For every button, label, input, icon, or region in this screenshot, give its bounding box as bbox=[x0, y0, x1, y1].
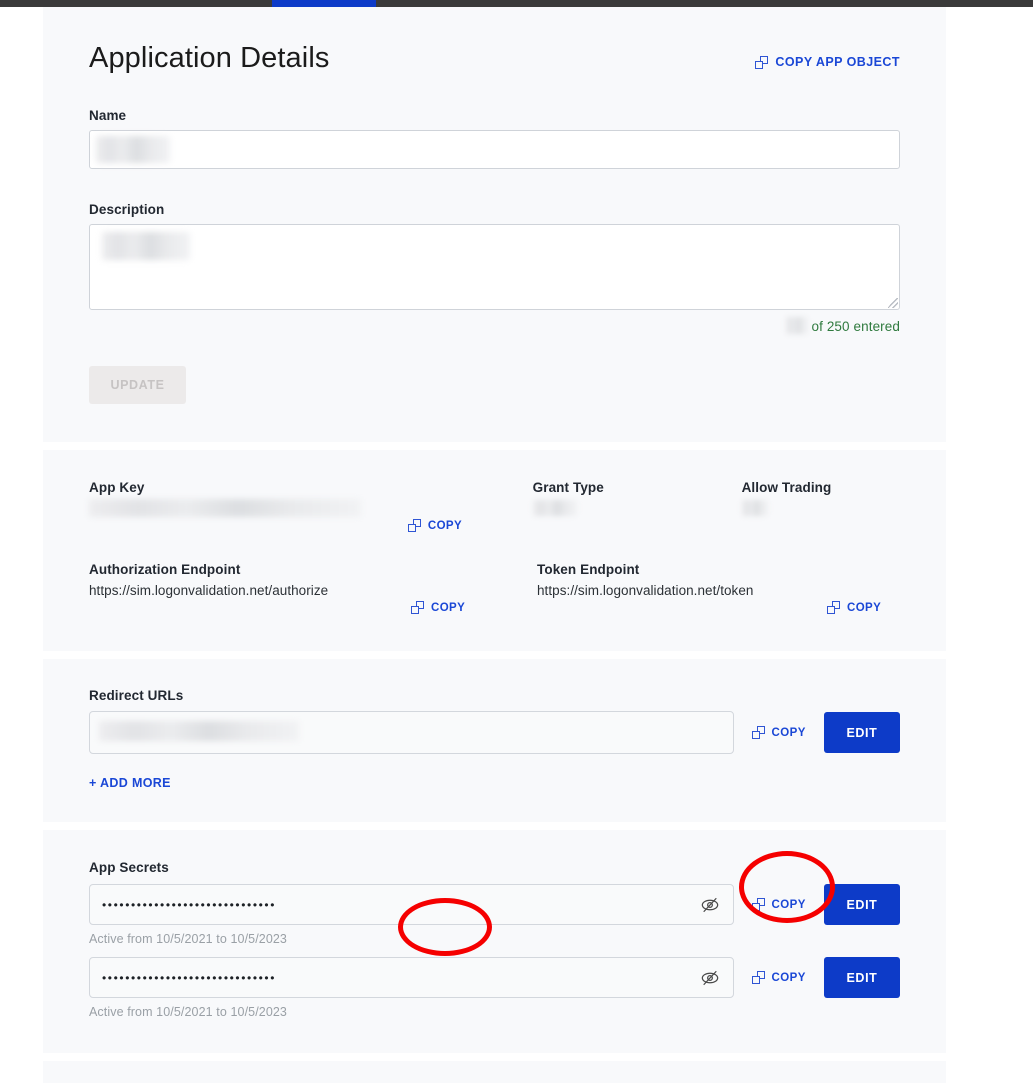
card-divider bbox=[43, 1053, 946, 1062]
redirect-url-copy-button[interactable]: COPY bbox=[752, 726, 806, 740]
active-tab-indicator bbox=[272, 0, 376, 7]
app-secrets-card: App Secrets ••••••••••••••••••••••••••••… bbox=[43, 830, 946, 1054]
copy-app-object-label: COPY APP OBJECT bbox=[775, 55, 900, 69]
authorization-endpoint-label: Authorization Endpoint bbox=[89, 562, 241, 578]
allow-trading-redacted-value bbox=[741, 500, 768, 517]
app-secret-2-input[interactable]: •••••••••••••••••••••••••••••• bbox=[89, 957, 735, 999]
redirect-url-redacted-value bbox=[99, 721, 299, 742]
app-secret-2-masked-value: •••••••••••••••••••••••••••••• bbox=[102, 971, 277, 984]
app-secret-2-copy-label: COPY bbox=[771, 971, 806, 984]
authorization-endpoint-copy-button[interactable]: COPY bbox=[411, 601, 466, 615]
browser-top-bar bbox=[0, 0, 1033, 7]
copy-app-object-button[interactable]: COPY APP OBJECT bbox=[755, 55, 900, 69]
app-key-copy-label: COPY bbox=[427, 519, 463, 532]
description-redacted-value bbox=[102, 232, 190, 261]
card-divider bbox=[43, 651, 946, 660]
description-label: Description bbox=[89, 202, 165, 218]
character-count-redacted bbox=[785, 317, 808, 335]
token-copy-cell: COPY bbox=[827, 562, 881, 619]
redirect-urls-title: Redirect URLs bbox=[89, 688, 184, 704]
app-secret-1-copy-button[interactable]: COPY bbox=[752, 898, 806, 912]
token-endpoint-label: Token Endpoint bbox=[537, 562, 640, 578]
token-endpoint-value: https://sim.logonvalidation.net/token bbox=[537, 583, 754, 599]
character-counter: of 250 entered bbox=[89, 317, 900, 335]
allow-trading-label: Allow Trading bbox=[741, 480, 832, 496]
app-secrets-section: App Secrets ••••••••••••••••••••••••••••… bbox=[43, 830, 946, 1053]
app-secret-row: •••••••••••••••••••••••••••••• COPY EDIT bbox=[89, 884, 900, 926]
keys-row-top: App Key COPY Grant Type Allow Trading bbox=[89, 480, 900, 537]
copy-icon bbox=[827, 601, 840, 615]
grant-type-column: Grant Type bbox=[532, 480, 742, 537]
description-textarea[interactable] bbox=[89, 224, 900, 311]
update-button[interactable]: UPDATE bbox=[89, 366, 186, 405]
card-divider bbox=[43, 442, 946, 451]
redirect-copy-label: COPY bbox=[771, 726, 806, 739]
token-endpoint-copy-button[interactable]: COPY bbox=[827, 601, 882, 615]
app-secret-2-copy-button[interactable]: COPY bbox=[752, 971, 806, 985]
app-key-copy-cell: COPY bbox=[407, 480, 533, 537]
keys-grid: App Key COPY Grant Type Allow Trading Au… bbox=[43, 450, 946, 957]
app-keys-card: App Key COPY Grant Type Allow Trading Au… bbox=[43, 450, 946, 957]
app-secret-1-masked-value: •••••••••••••••••••••••••••••• bbox=[102, 898, 277, 911]
authorization-endpoint-column: Authorization Endpoint https://sim.logon… bbox=[89, 562, 411, 598]
redirect-urls-card: Redirect URLs COPY EDIT + ADD MORE bbox=[43, 659, 946, 823]
next-section-card bbox=[43, 1061, 946, 1083]
keys-row-endpoints: Authorization Endpoint https://sim.logon… bbox=[89, 562, 900, 619]
authorization-copy-label: COPY bbox=[431, 601, 466, 614]
allow-trading-column: Allow Trading bbox=[741, 480, 900, 537]
app-secret-row: •••••••••••••••••••••••••••••• COPY EDIT bbox=[89, 957, 900, 999]
add-more-button[interactable]: + ADD MORE bbox=[89, 776, 171, 790]
token-copy-label: COPY bbox=[847, 601, 882, 614]
page-content: Application Details COPY APP OBJECT Name… bbox=[43, 7, 946, 1083]
page-title: Application Details bbox=[89, 42, 330, 74]
eye-slash-icon[interactable] bbox=[699, 896, 721, 914]
app-key-column: App Key bbox=[89, 480, 408, 537]
redirect-urls-section: Redirect URLs COPY EDIT + ADD MORE bbox=[43, 659, 946, 822]
card-divider bbox=[43, 822, 946, 831]
copy-icon bbox=[407, 519, 421, 533]
application-form: Name Description of 250 entered UPDATE bbox=[43, 108, 946, 442]
grant-type-redacted-value bbox=[532, 500, 577, 517]
card-header: Application Details COPY APP OBJECT bbox=[43, 7, 946, 75]
grant-type-label: Grant Type bbox=[532, 480, 604, 496]
redirect-url-edit-button[interactable]: EDIT bbox=[823, 712, 900, 754]
copy-icon bbox=[752, 898, 766, 912]
redirect-url-input[interactable] bbox=[89, 711, 735, 755]
authorization-endpoint-value: https://sim.logonvalidation.net/authoriz… bbox=[89, 583, 329, 599]
name-input[interactable] bbox=[89, 130, 900, 170]
app-secret-1-copy-label: COPY bbox=[771, 898, 806, 911]
eye-slash-icon[interactable] bbox=[699, 969, 721, 987]
app-secret-1-edit-button[interactable]: EDIT bbox=[823, 884, 900, 926]
authorization-copy-cell: COPY bbox=[411, 562, 537, 619]
app-key-redacted-value bbox=[89, 499, 361, 518]
app-key-copy-button[interactable]: COPY bbox=[407, 519, 463, 533]
app-secrets-title: App Secrets bbox=[89, 860, 169, 876]
copy-icon bbox=[411, 601, 424, 615]
name-label: Name bbox=[89, 108, 127, 124]
copy-icon bbox=[752, 726, 766, 740]
application-details-card: Application Details COPY APP OBJECT Name… bbox=[43, 7, 946, 443]
name-redacted-value bbox=[96, 136, 170, 164]
app-key-label: App Key bbox=[89, 480, 145, 496]
character-counter-suffix: of 250 entered bbox=[811, 319, 900, 335]
app-secret-2-active-from: Active from 10/5/2021 to 10/5/2023 bbox=[89, 1005, 287, 1020]
app-secret-1-active-from: Active from 10/5/2021 to 10/5/2023 bbox=[89, 932, 287, 947]
token-endpoint-column: Token Endpoint https://sim.logonvalidati… bbox=[537, 562, 827, 598]
copy-icon bbox=[752, 971, 766, 985]
copy-icon bbox=[755, 55, 769, 69]
app-secret-2-edit-button[interactable]: EDIT bbox=[823, 957, 900, 999]
redirect-url-row: COPY EDIT bbox=[89, 711, 900, 755]
app-secret-1-input[interactable]: •••••••••••••••••••••••••••••• bbox=[89, 884, 735, 926]
